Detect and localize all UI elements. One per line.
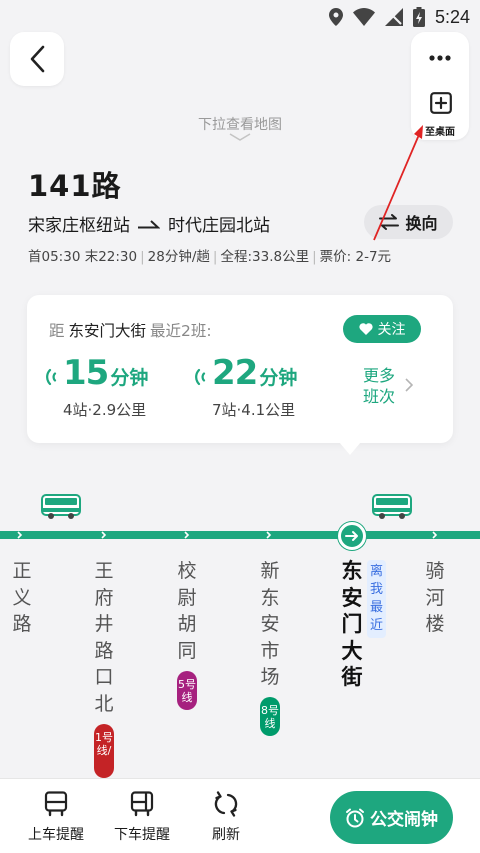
route-destination: 时代庄园北站 <box>168 216 270 236</box>
fare: 票价: 2-7元 <box>319 249 392 265</box>
more-buses-link[interactable]: 更多班次 <box>363 365 403 407</box>
location-icon <box>328 8 343 26</box>
refresh-label: 刷新 <box>212 827 240 843</box>
track-arrow-icon <box>432 531 438 539</box>
stop-qiheloul[interactable]: 骑河楼 <box>423 558 447 638</box>
nearest-count-label: 最近2班: <box>150 322 212 340</box>
signal-icon <box>384 8 403 26</box>
alarm-clock-icon <box>346 808 364 827</box>
heart-icon <box>358 323 373 335</box>
bus-icon[interactable] <box>41 494 81 520</box>
status-icons: 5:24 <box>328 5 470 29</box>
first-last-time: 首05:30 末22:30 <box>28 249 138 265</box>
metro-badge-line5: 5号线 <box>177 671 197 710</box>
arrival-detail: 7站·4.1公里 <box>212 401 296 419</box>
refresh-button[interactable]: 刷新 <box>200 779 252 853</box>
board-reminder-label: 上车提醒 <box>28 827 84 843</box>
more-dots-icon <box>429 55 451 61</box>
route-origin: 宋家庄枢纽站 <box>28 216 130 236</box>
alight-reminder-label: 下车提醒 <box>114 827 170 843</box>
distance-prefix: 距 <box>49 322 65 340</box>
arrival-minutes: 22 <box>212 353 258 393</box>
interval: 28分钟/趟 <box>147 249 210 265</box>
pull-down-hint[interactable]: 下拉查看地图 <box>0 114 480 134</box>
back-button[interactable] <box>10 32 64 86</box>
chevron-right-icon <box>405 378 413 392</box>
arrival-2: 22 分钟 7站·4.1公里 <box>195 353 298 419</box>
board-reminder-button[interactable]: 上车提醒 <box>24 779 88 853</box>
route-track <box>0 531 480 539</box>
total-distance: 全程:33.8公里 <box>220 249 310 265</box>
bus-alarm-label: 公交闹钟 <box>370 810 438 830</box>
realtime-signal-icon <box>195 368 206 386</box>
stop-xiaowei-hutong[interactable]: 校尉胡同 <box>175 558 199 664</box>
swap-icon <box>379 214 400 230</box>
arrival-card: 距东安门大街 最近2班: 关注 15 分钟 4站·2.9公里 22 分钟 7站·4… <box>27 295 453 443</box>
follow-button[interactable]: 关注 <box>343 315 421 343</box>
bottom-toolbar: 上车提醒 下车提醒 刷新 公交闹钟 <box>0 778 480 853</box>
status-bar: 5:24 <box>0 0 480 34</box>
card-pointer <box>339 442 361 455</box>
arrival-card-header: 距东安门大街 最近2班: <box>49 319 212 341</box>
bus-alight-icon <box>130 791 154 817</box>
arrival-minutes: 15 <box>63 353 109 393</box>
stop-dongan-men-dajie[interactable]: 东安门大街 <box>339 558 365 691</box>
track-arrow-icon <box>101 531 107 539</box>
arrival-1: 15 分钟 4站·2.9公里 <box>46 353 149 419</box>
direction-arrow-icon <box>138 219 160 228</box>
arrow-right-icon <box>345 531 358 541</box>
metro-badge-line8: 8号线 <box>260 697 280 736</box>
battery-icon <box>412 7 425 27</box>
nearest-to-me-tag: 离我最近 <box>367 560 386 638</box>
add-square-icon <box>430 92 452 114</box>
route-info: 首05:30 末22:30 | 28分钟/趟 | 全程:33.8公里 | 票价: 2-7元 <box>28 249 392 265</box>
bus-alarm-button[interactable]: 公交闹钟 <box>330 791 453 844</box>
track-arrow-icon <box>17 531 23 539</box>
stop-xin-dongan-shichang[interactable]: 新东安市场 <box>258 558 282 691</box>
swap-direction-label: 换向 <box>405 214 438 233</box>
refresh-icon <box>214 791 238 817</box>
realtime-signal-icon <box>46 368 57 386</box>
alight-reminder-button[interactable]: 下车提醒 <box>110 779 174 853</box>
bus-board-icon <box>44 791 68 817</box>
back-arrow-icon <box>30 45 45 73</box>
route-direction: 宋家庄枢纽站 时代庄园北站 <box>28 211 270 236</box>
swap-direction-button[interactable]: 换向 <box>364 205 453 239</box>
current-stop-marker <box>338 522 366 550</box>
more-button[interactable] <box>411 32 469 84</box>
track-arrow-icon <box>184 531 190 539</box>
arrival-detail: 4站·2.9公里 <box>63 401 147 419</box>
route-name: 141路 <box>28 169 122 203</box>
bus-icon[interactable] <box>372 494 412 520</box>
chevron-down-icon <box>229 133 251 141</box>
arrival-unit: 分钟 <box>259 367 298 389</box>
stop-wangfujing-lukou-bei[interactable]: 王府井路口北 <box>92 558 116 717</box>
wifi-icon <box>352 8 375 26</box>
track-arrow-icon <box>266 531 272 539</box>
status-time: 5:24 <box>434 6 470 27</box>
metro-badge-line1: 1号线/ <box>94 724 114 778</box>
stop-zhengyilu[interactable]: 正义路 <box>10 558 34 638</box>
follow-label: 关注 <box>377 322 406 338</box>
arrival-unit: 分钟 <box>110 367 149 389</box>
selected-station: 东安门大街 <box>68 322 147 340</box>
